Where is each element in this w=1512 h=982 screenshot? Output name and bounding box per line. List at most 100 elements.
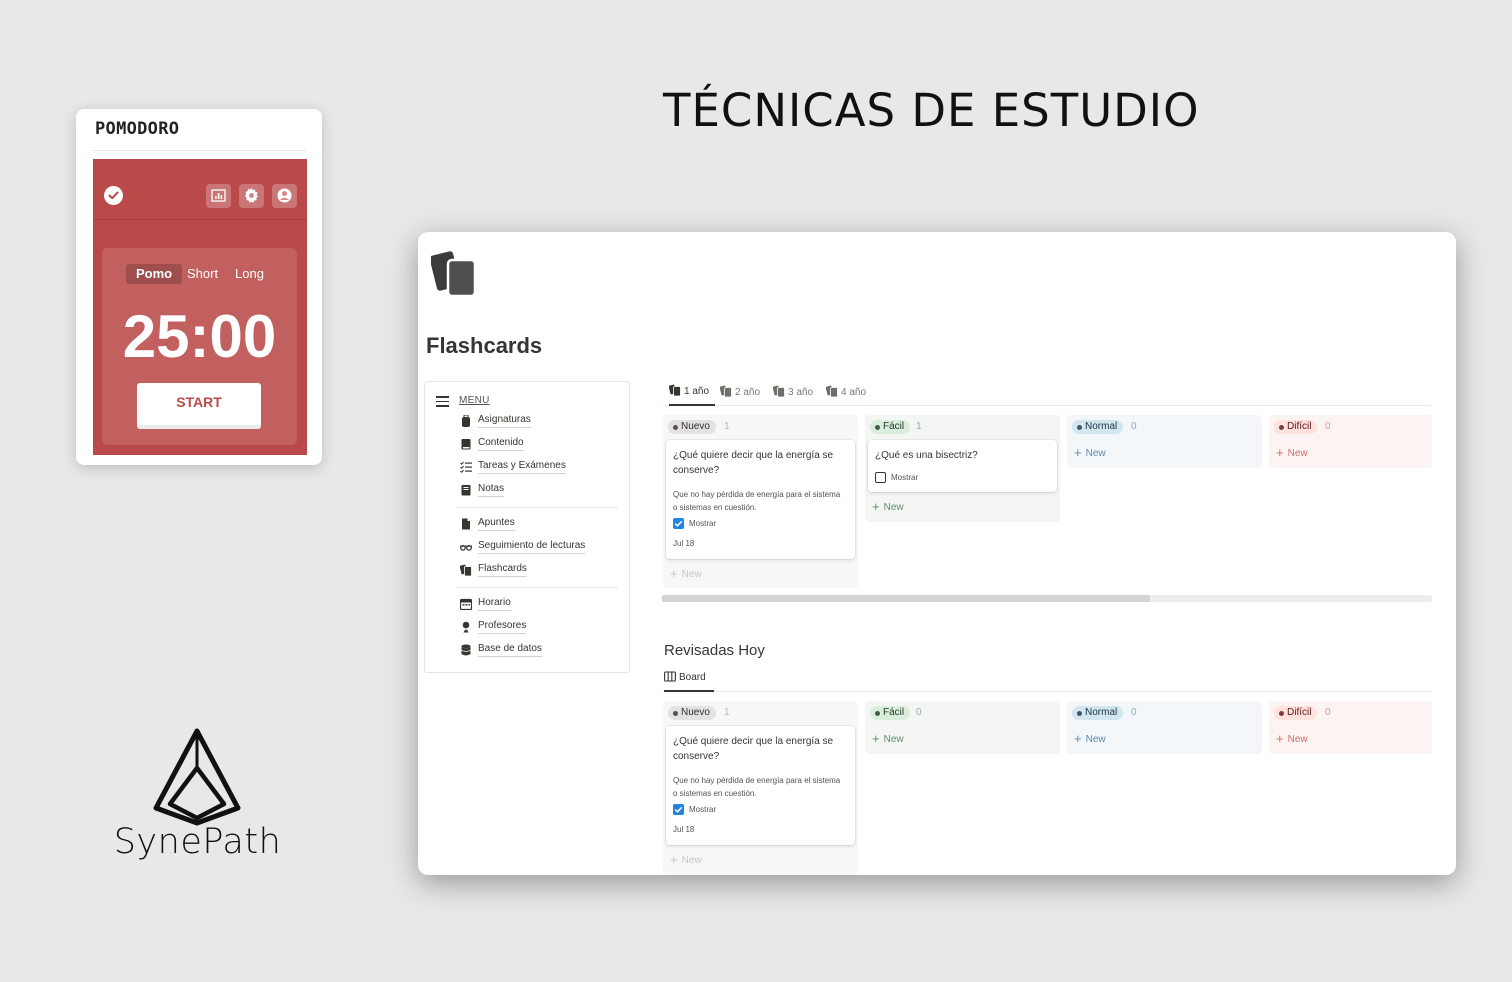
new-card-button[interactable]: + New: [872, 500, 904, 514]
timer-display: 25:00: [122, 303, 277, 370]
menu-title: MENU: [459, 395, 490, 406]
flashcards-icon: [773, 385, 785, 398]
pomodoro-widget: POMODORO Pomo Short Long 25:00 START: [76, 109, 322, 465]
settings-button[interactable]: [239, 184, 264, 208]
column-count: 1: [916, 421, 922, 432]
flashcard[interactable]: ¿Qué quiere decir que la energía se cons…: [666, 726, 855, 845]
tab-3-ano[interactable]: 3 año: [773, 384, 813, 404]
mode-tab-pomo[interactable]: Pomo: [126, 264, 183, 284]
pyramid-logo-icon: [153, 728, 241, 826]
flashcards-icon: [826, 385, 838, 398]
year-tabs: 1 año 2 año 3 año 4 año: [663, 382, 1431, 406]
check-circle-icon[interactable]: [104, 186, 123, 205]
status-badge: Fácil: [870, 706, 911, 720]
new-card-button[interactable]: + New: [1276, 446, 1308, 460]
menu-panel: MENU Asignaturas Contenido Tareas y Exám…: [424, 381, 630, 673]
new-card-button[interactable]: + New: [872, 732, 904, 746]
column-dificil: Difícil 0 + New: [1269, 701, 1432, 754]
menu-divider: [456, 507, 618, 508]
flashcards-icon: [431, 251, 477, 298]
checklist-icon: [460, 461, 472, 473]
timer-box: Pomo Short Long 25:00 START: [102, 248, 297, 445]
checkbox-empty-icon: [875, 472, 886, 483]
flashcard[interactable]: ¿Qué es una bisectriz? Mostrar: [868, 440, 1057, 492]
document-icon: [462, 518, 470, 530]
card-answer: Que no hay pérdida de energía para el si…: [673, 490, 841, 512]
pomodoro-title: POMODORO: [95, 119, 180, 139]
column-facil: Fácil 0 + New: [865, 701, 1060, 754]
account-button[interactable]: [272, 184, 297, 208]
tab-4-ano[interactable]: 4 año: [826, 384, 866, 404]
card-question: ¿Qué quiere decir que la energía se cons…: [673, 736, 834, 762]
notebook-icon: [461, 485, 471, 496]
checkbox-checked-icon: [673, 804, 684, 815]
person-icon: [462, 621, 470, 633]
card-date: Jul 18: [673, 539, 695, 548]
column-count: 1: [724, 421, 730, 432]
card-date: Jul 18: [673, 825, 695, 834]
status-badge: Difícil: [1274, 706, 1318, 720]
board-icon: [664, 671, 676, 682]
column-facil: Fácil 1 ¿Qué es una bisectriz? Mostrar +…: [865, 415, 1060, 522]
user-icon: [277, 188, 292, 203]
section-title: Revisadas Hoy: [664, 642, 765, 659]
status-badge: Nuevo: [668, 420, 716, 434]
mode-tab-short[interactable]: Short: [177, 264, 228, 284]
card-question: ¿Qué es una bisectriz?: [875, 450, 978, 461]
new-card-button[interactable]: + New: [670, 567, 702, 581]
menu-divider: [456, 587, 618, 588]
column-normal: Normal 0 + New: [1067, 701, 1262, 754]
report-button[interactable]: [206, 184, 231, 208]
pomodoro-header-divider: [93, 219, 307, 220]
column-dificil: Difícil 0 + New: [1269, 415, 1432, 468]
column-count: 0: [1325, 421, 1331, 432]
notion-window: Flashcards MENU Asignaturas Contenido Ta…: [418, 232, 1456, 875]
main-heading: TÉCNICAS DE ESTUDIO: [663, 84, 1200, 137]
database-icon: [461, 644, 471, 656]
status-badge: Normal: [1072, 420, 1124, 434]
status-badge: Difícil: [1274, 420, 1318, 434]
column-count: 0: [1325, 707, 1331, 718]
status-badge: Nuevo: [668, 706, 716, 720]
card-question: ¿Qué quiere decir que la energía se cons…: [673, 450, 834, 476]
column-count: 1: [724, 707, 730, 718]
flashcard[interactable]: ¿Qué quiere decir que la energía se cons…: [666, 440, 855, 559]
new-card-button[interactable]: + New: [670, 853, 702, 867]
column-normal: Normal 0 + New: [1067, 415, 1262, 468]
horizontal-scrollbar[interactable]: [662, 595, 1432, 602]
column-count: 0: [1131, 421, 1137, 432]
gear-icon: [244, 188, 259, 203]
view-tabs: Board: [663, 668, 1431, 692]
new-card-button[interactable]: + New: [1074, 446, 1106, 460]
card-answer: Que no hay pérdida de energía para el si…: [673, 776, 841, 798]
calendar-icon: [460, 598, 472, 610]
column-count: 0: [916, 707, 922, 718]
book-icon: [461, 439, 471, 450]
status-badge: Fácil: [870, 420, 911, 434]
page-title: Flashcards: [426, 333, 543, 358]
glasses-icon: [460, 544, 472, 551]
pomodoro-panel: Pomo Short Long 25:00 START: [93, 159, 307, 455]
logo-text: SynePath: [113, 822, 282, 862]
new-card-button[interactable]: + New: [1074, 732, 1106, 746]
mode-tab-long[interactable]: Long: [225, 264, 274, 284]
mode-tabs: Pomo Short Long: [102, 264, 297, 284]
flashcards-icon: [460, 564, 472, 576]
backpack-icon: [462, 415, 470, 427]
tab-board[interactable]: Board: [664, 668, 714, 692]
pomodoro-divider: [93, 150, 306, 151]
flashcards-icon: [720, 385, 732, 398]
column-count: 0: [1131, 707, 1137, 718]
tab-2-ano[interactable]: 2 año: [720, 384, 760, 404]
start-button[interactable]: START: [137, 383, 261, 425]
chart-icon: [211, 189, 226, 202]
scrollbar-thumb[interactable]: [662, 595, 1150, 602]
tab-1-ano[interactable]: 1 año: [669, 382, 715, 406]
hamburger-icon: [436, 396, 449, 410]
column-nuevo: Nuevo 1 ¿Qué quiere decir que la energía…: [663, 415, 858, 588]
new-card-button[interactable]: + New: [1276, 732, 1308, 746]
checkbox-checked-icon: [673, 518, 684, 529]
column-nuevo: Nuevo 1 ¿Qué quiere decir que la energía…: [663, 701, 858, 875]
flashcards-icon: [669, 384, 681, 397]
status-badge: Normal: [1072, 706, 1124, 720]
